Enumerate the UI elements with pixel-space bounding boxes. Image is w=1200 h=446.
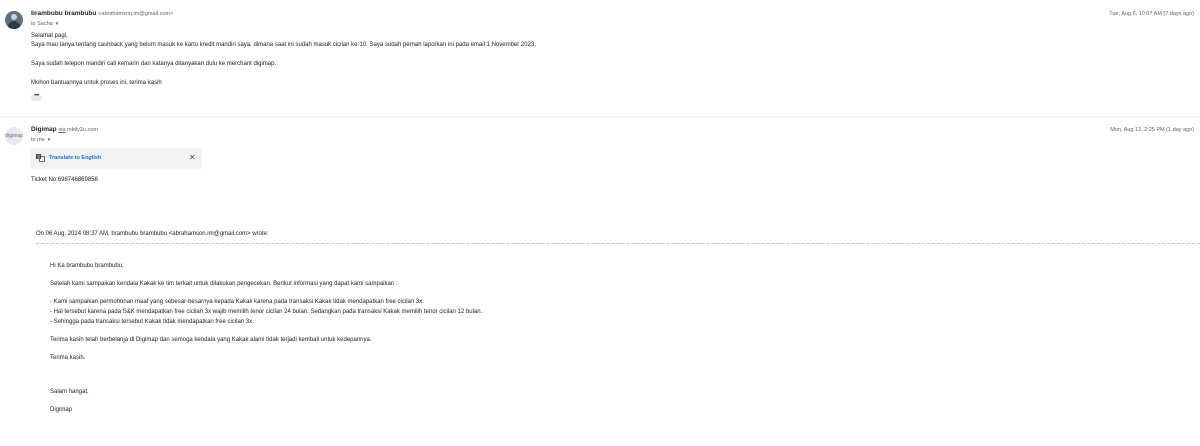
sender-avatar[interactable] [5,11,23,29]
message-divider [0,116,1200,117]
via-domain: mktly2u.com [67,127,98,133]
quoted-line: Digimap [50,407,73,413]
quoted-line: Hi Ka brambubu brambubu, [50,263,124,269]
recipient-toggle[interactable]: to me ▼ [31,137,51,143]
message-date: Mon, Aug 12, 2:25 PM (1 day ago) [1110,127,1194,133]
body-line: Selamat pagi, [31,33,68,39]
translate-to-english-link[interactable]: Translate to English [49,155,101,161]
quoted-line: Terima kasih. [50,355,86,361]
body-line: Mohon bantuannya untuk proses ini, terim… [31,80,162,86]
chevron-down-icon: ▼ [46,137,52,142]
recipient-label: to me [31,137,45,143]
quote-divider [36,243,1200,244]
quoted-line: - Hal tersebut karena pada S&K mendapatk… [50,309,483,315]
translate-icon: 文 [36,154,45,162]
sender-line: brambubu brambubu <abrahamson.im@gmail.c… [31,10,173,17]
message-date: Tue, Aug 6, 10:07 AM (7 days ago) [1109,11,1194,17]
sender-email: <abrahamson.im@gmail.com> [98,11,174,17]
sender-avatar[interactable]: digimap [5,127,23,145]
sender-name[interactable]: brambubu brambubu [31,10,96,17]
close-icon[interactable]: ✕ [189,154,196,162]
quoted-line: Terima kasih telah berbelanja di Digimap… [50,337,372,343]
recipient-label: to Sacha [31,21,53,27]
quoted-line: Setelah kami sampaikan kendala Kakak ke … [50,281,398,287]
quoted-line: Salam hangat, [50,389,89,395]
quoted-line: - Kami sampaikan permohonan maaf yang se… [50,299,424,305]
translate-bar: 文 Translate to English [30,148,202,169]
body-line: Saya sudah telepon mandiri call kemarin … [31,61,277,67]
sender-line: Digimap via mktly2u.com [31,126,98,133]
via-link[interactable]: via [58,127,65,133]
sender-name[interactable]: Digimap [31,126,57,133]
svg-text:文: 文 [37,154,41,159]
via-info: via mktly2u.com [58,127,97,133]
show-trimmed-content-button[interactable]: ••• [31,93,42,101]
recipient-toggle[interactable]: to Sacha ▼ [31,21,59,27]
ticket-number: Ticket No:698746869858 [31,177,98,183]
chevron-down-icon: ▼ [54,21,60,26]
body-line: Saya mau tanya tentang cashback yang bel… [31,42,536,48]
quote-header: On 06 Aug, 2024 08:37 AM, brambubu bramb… [36,231,269,237]
avatar-logo-text: digimap [5,133,23,139]
quoted-line: - Sehingga pada transaksi tersebut Kakak… [50,319,254,325]
